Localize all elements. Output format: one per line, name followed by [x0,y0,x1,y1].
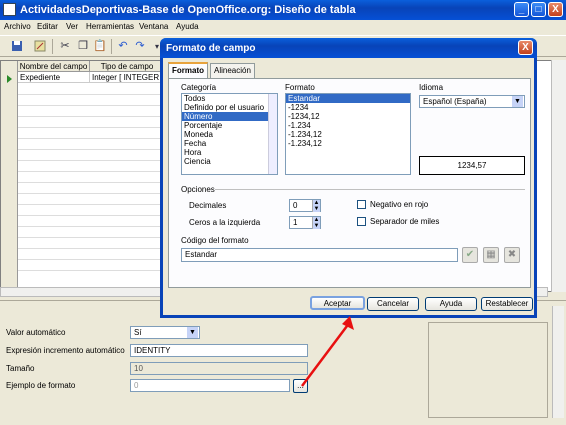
annotation-arrow [301,316,354,387]
